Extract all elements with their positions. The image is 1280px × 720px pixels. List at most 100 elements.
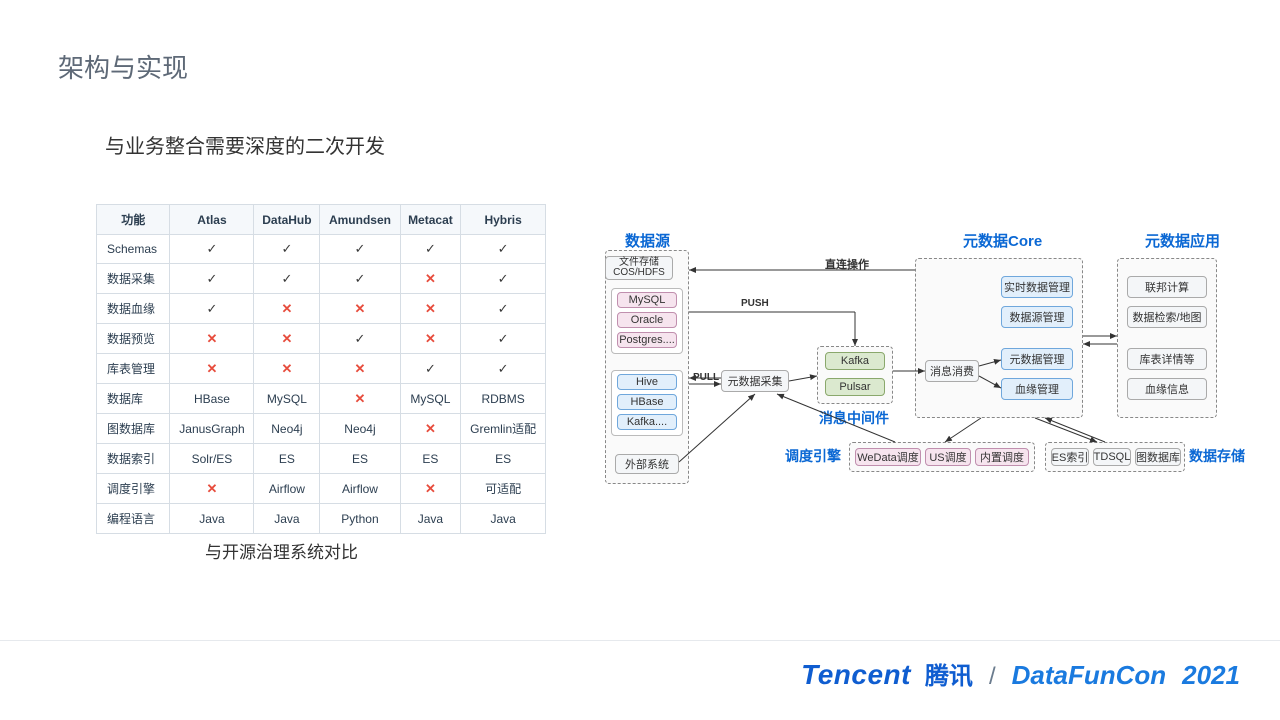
datafuncon-year: 2021 (1182, 660, 1240, 691)
cell: MySQL (400, 384, 461, 414)
cell: ✕ (320, 384, 400, 414)
cell: ✕ (320, 354, 400, 384)
row-label: 调度引擎 (97, 474, 170, 504)
row-label: 数据索引 (97, 444, 170, 474)
node-mysql: MySQL (617, 292, 677, 308)
node-postgres: Postgres.... (617, 332, 677, 348)
cell: Java (400, 504, 461, 534)
row-label: 数据血缘 (97, 294, 170, 324)
cell: ✓ (461, 264, 546, 294)
node-consume: 消息消费 (925, 360, 979, 382)
cell: ✓ (320, 264, 400, 294)
cell: Java (170, 504, 254, 534)
row-label: Schemas (97, 235, 170, 264)
col-1: Atlas (170, 205, 254, 235)
cell: HBase (170, 384, 254, 414)
node-kafka-src: Kafka.... (617, 414, 677, 430)
node-oracle: Oracle (617, 312, 677, 328)
cell: 可适配 (461, 474, 546, 504)
node-meta-mgmt: 元数据管理 (1001, 348, 1073, 370)
table-row: 数据库HBaseMySQL✕MySQLRDBMS (97, 384, 546, 414)
section-source: 数据源 (625, 230, 670, 251)
cell: ✓ (254, 235, 320, 264)
node-wedata: WeData调度 (855, 448, 921, 466)
cell: ES (320, 444, 400, 474)
table-row: 数据血缘✓✕✕✕✓ (97, 294, 546, 324)
cell: ✕ (170, 324, 254, 354)
row-label: 编程语言 (97, 504, 170, 534)
label-push: PUSH (741, 298, 769, 309)
node-tdsql: TDSQL (1093, 448, 1131, 466)
tencent-logo-en: Tencent (801, 659, 911, 691)
cell: JanusGraph (170, 414, 254, 444)
cell: ✕ (254, 354, 320, 384)
node-hbase: HBase (617, 394, 677, 410)
cell: ✕ (254, 294, 320, 324)
cell: ✕ (254, 324, 320, 354)
cell: Python (320, 504, 400, 534)
row-label: 库表管理 (97, 354, 170, 384)
cell: Airflow (320, 474, 400, 504)
tencent-logo-zh: 腾讯 (925, 656, 973, 691)
cell: ✓ (320, 235, 400, 264)
table-row: 库表管理✕✕✕✓✓ (97, 354, 546, 384)
table-row: Schemas✓✓✓✓✓ (97, 235, 546, 264)
cell: ✓ (461, 235, 546, 264)
node-file-store: 文件存储COS/HDFS (605, 256, 673, 280)
col-2: DataHub (254, 205, 320, 235)
node-rt-mgmt: 实时数据管理 (1001, 276, 1073, 298)
cell: ✓ (461, 354, 546, 384)
cell: Solr/ES (170, 444, 254, 474)
label-pull: PULL (693, 372, 719, 383)
col-3: Amundsen (320, 205, 400, 235)
table-caption: 与开源治理系统对比 (205, 538, 358, 563)
node-ext: 外部系统 (615, 454, 679, 474)
cell: ✓ (400, 354, 461, 384)
node-app-fed: 联邦计算 (1127, 276, 1207, 298)
section-core: 元数据Core (963, 230, 1042, 251)
footer-slash: / (989, 663, 996, 691)
row-label: 数据采集 (97, 264, 170, 294)
cell: ✕ (400, 294, 461, 324)
cell: ✕ (400, 474, 461, 504)
table-row: 调度引擎✕AirflowAirflow✕可适配 (97, 474, 546, 504)
node-app-search: 数据检索/地图 (1127, 306, 1207, 328)
cell: RDBMS (461, 384, 546, 414)
col-5: Hybris (461, 205, 546, 235)
cell: Gremlin适配 (461, 414, 546, 444)
row-label: 图数据库 (97, 414, 170, 444)
cell: ✕ (170, 474, 254, 504)
row-label: 数据库 (97, 384, 170, 414)
node-collect: 元数据采集 (721, 370, 789, 392)
table-row: 数据预览✕✕✓✕✓ (97, 324, 546, 354)
cell: ✓ (320, 324, 400, 354)
datafuncon-logo: DataFunCon (1012, 660, 1167, 691)
cell: MySQL (254, 384, 320, 414)
section-store: 数据存储 (1189, 446, 1245, 466)
node-app-detail: 库表详情等 (1127, 348, 1207, 370)
cell: ✕ (400, 264, 461, 294)
section-msg: 消息中间件 (819, 408, 889, 428)
table-row: 数据索引Solr/ESESESESES (97, 444, 546, 474)
cell: Java (461, 504, 546, 534)
node-app-lineage: 血缘信息 (1127, 378, 1207, 400)
table-row: 数据采集✓✓✓✕✓ (97, 264, 546, 294)
cell: Java (254, 504, 320, 534)
section-sched: 调度引擎 (785, 446, 841, 466)
page-subtitle: 与业务整合需要深度的二次开发 (105, 130, 385, 159)
table-row: 图数据库JanusGraphNeo4jNeo4j✕Gremlin适配 (97, 414, 546, 444)
architecture-diagram: 数据源 元数据Core 元数据应用 文件存储COS/HDFS MySQL Ora… (605, 230, 1245, 490)
footer-divider (0, 640, 1280, 641)
cell: ✓ (461, 294, 546, 324)
node-hive: Hive (617, 374, 677, 390)
node-es: ES索引 (1051, 448, 1089, 466)
footer: Tencent 腾讯 / DataFunCon 2021 (801, 656, 1240, 691)
cell: ES (461, 444, 546, 474)
cell: ✓ (461, 324, 546, 354)
cell: ✓ (254, 264, 320, 294)
cell: ✕ (400, 324, 461, 354)
comparison-table: 功能AtlasDataHubAmundsenMetacatHybris Sche… (96, 204, 546, 534)
cell: ✕ (400, 414, 461, 444)
cell: ✓ (170, 235, 254, 264)
col-0: 功能 (97, 205, 170, 235)
